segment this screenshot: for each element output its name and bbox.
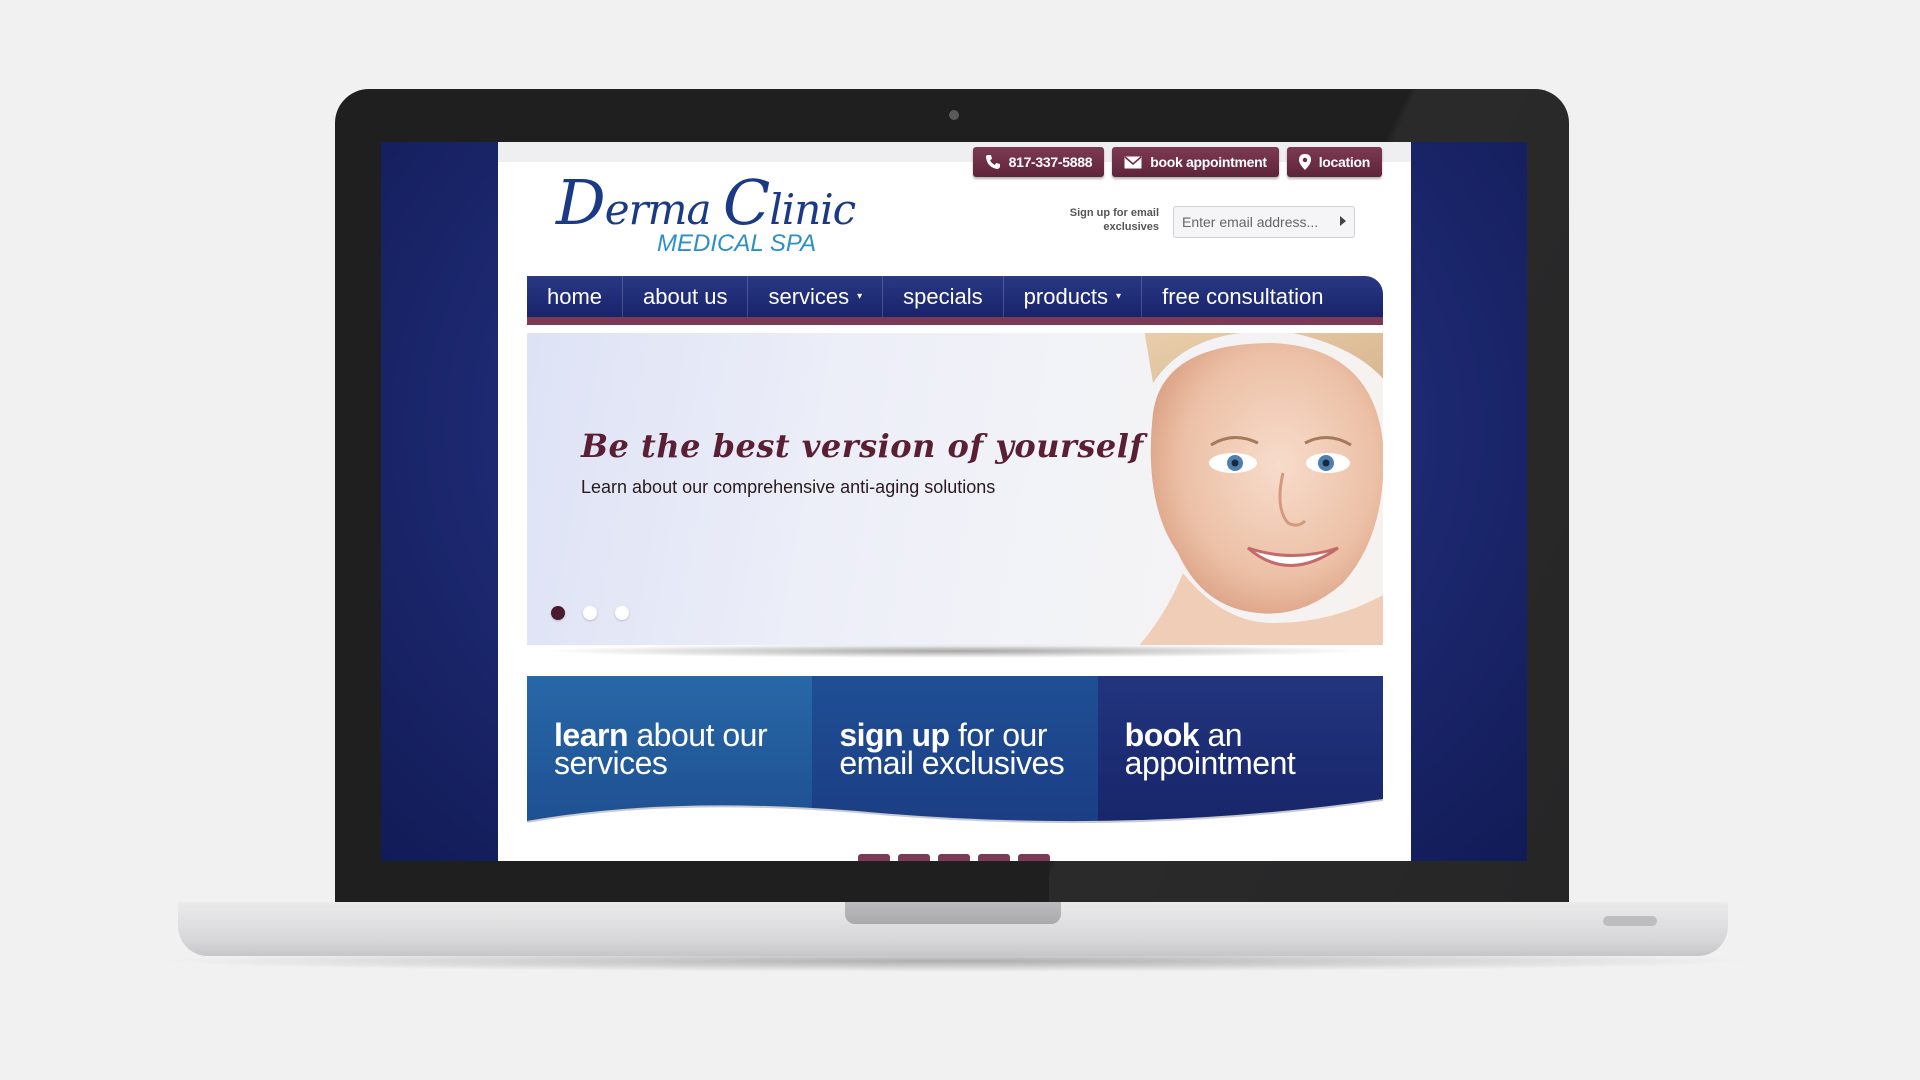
book-appointment-button[interactable]: book appointment [1112,147,1279,177]
email-input[interactable] [1182,214,1322,230]
hero-model-photo [1139,333,1383,645]
hero-title: Be the best version of yourself [581,427,1144,465]
nav-about-us[interactable]: about us [623,276,749,317]
social-pinterest-icon[interactable] [1018,854,1050,861]
screen: 817-337-5888 book appointment location D… [381,142,1527,861]
logo-subtitle: MEDICAL SPA [657,230,817,257]
header-buttons: 817-337-5888 book appointment location [972,147,1382,177]
nav-products[interactable]: products ▾ [1004,276,1143,317]
carousel-dot-2[interactable] [583,606,597,620]
location-button[interactable]: location [1286,147,1382,177]
location-label: location [1318,154,1371,170]
nav-specials[interactable]: specials [883,276,1004,317]
camera [949,110,959,120]
phone-label: 817-337-5888 [1008,154,1093,170]
social-twitter-icon[interactable] [898,854,930,861]
nav-free-consultation[interactable]: free consultation [1142,276,1343,317]
carousel-dot-3[interactable] [615,606,629,620]
logo[interactable]: Derma Clinic MEDICAL SPA [556,166,856,258]
logo-wordmark: Derma Clinic [556,166,856,239]
social-youtube-icon[interactable] [978,854,1010,861]
social-links [858,854,1050,861]
carousel-dots [551,606,629,620]
cta-wave [527,799,1383,842]
book-appointment-label: book appointment [1150,154,1267,170]
phone-icon [985,154,1001,170]
hero-shadow [538,644,1374,658]
map-pin-icon [1298,154,1311,170]
laptop-indicator [1603,916,1657,926]
phone-button[interactable]: 817-337-5888 [972,147,1105,177]
caret-down-icon: ▾ [857,291,863,302]
website-page: 817-337-5888 book appointment location D… [498,142,1411,861]
chevron-right-icon[interactable] [1340,213,1346,231]
social-facebook-icon[interactable] [858,854,890,861]
hero-subtitle: Learn about our comprehensive anti-aging… [581,477,996,497]
email-signup-field[interactable] [1173,206,1355,238]
envelope-icon [1124,155,1142,169]
hero-banner[interactable]: Be the best version of yourself Learn ab… [527,333,1383,645]
laptop-notch [845,902,1061,924]
nav-services[interactable]: services ▾ [748,276,884,317]
email-signup-label: Sign up for email exclusives [1069,207,1159,233]
main-nav: home about us services ▾ specials product… [527,276,1383,325]
caret-down-icon: ▾ [1116,291,1122,302]
nav-home[interactable]: home [527,276,624,317]
carousel-dot-1[interactable] [551,606,565,620]
social-linkedin-icon[interactable] [938,854,970,861]
